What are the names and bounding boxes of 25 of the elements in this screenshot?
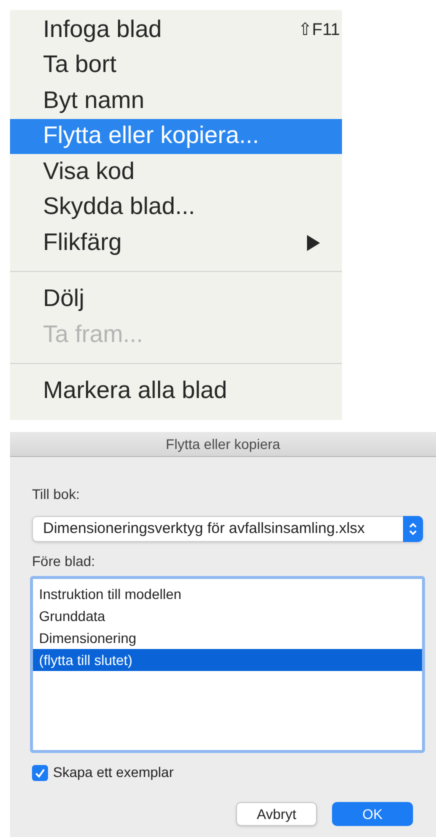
checkbox[interactable] — [32, 764, 48, 780]
menu-item[interactable]: Flytta eller kopiera... — [10, 118, 342, 154]
menu-item[interactable]: Infoga blad ⇧F11 — [10, 12, 342, 48]
window-title: Flytta eller kopiera — [166, 434, 280, 454]
field-label: Till bok: — [32, 485, 80, 503]
menu-item[interactable]: Markera alla blad — [10, 374, 342, 409]
sheet-list-item[interactable]: (flytta till slutet) — [33, 649, 422, 671]
sheet-list-item[interactable]: Dimensionering — [33, 627, 422, 649]
sheet-list-item[interactable]: Grunddata — [33, 605, 422, 627]
field-label: Före blad: — [32, 552, 96, 570]
menu-item[interactable]: Visa kod — [10, 154, 342, 190]
cancel-button[interactable]: Avbryt — [236, 802, 317, 826]
ok-button[interactable]: OK — [332, 802, 413, 826]
stepper-icon — [403, 516, 423, 542]
menu-item[interactable]: Dölj — [10, 282, 342, 317]
sheet-list-item[interactable]: Instruktion till modellen — [33, 583, 422, 605]
menu-item[interactable]: Byt namn — [10, 83, 342, 118]
shortcut-label: ⇧F11 — [298, 19, 340, 41]
book-dropdown[interactable]: Dimensioneringsverktyg för avfallsinsamling.xlsx — [32, 516, 423, 542]
checkbox-label: Skapa ett exemplar — [53, 763, 174, 782]
submenu-arrow-icon — [306, 234, 320, 251]
menu-item[interactable]: Flikfärg — [10, 225, 342, 260]
menu-item[interactable]: Ta bort — [10, 48, 342, 83]
menu-item[interactable]: Skydda blad... — [10, 190, 342, 225]
copy-checkbox-row[interactable]: Skapa ett exemplar — [32, 762, 174, 783]
